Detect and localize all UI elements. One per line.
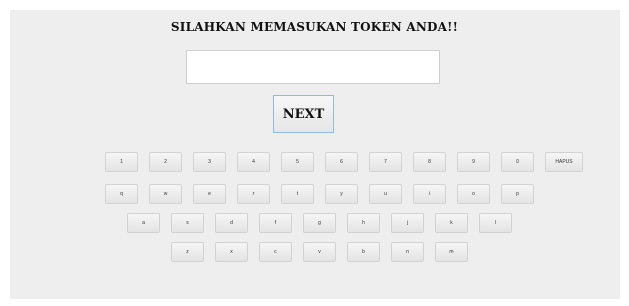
next-button[interactable]: NEXT xyxy=(273,95,334,133)
key-u[interactable]: u xyxy=(369,184,402,204)
key-h[interactable]: h xyxy=(347,213,380,233)
key-k[interactable]: k xyxy=(435,213,468,233)
key-e[interactable]: e xyxy=(193,184,226,204)
key-a[interactable]: a xyxy=(127,213,160,233)
key-q[interactable]: q xyxy=(105,184,138,204)
key-f[interactable]: f xyxy=(259,213,292,233)
key-y[interactable]: y xyxy=(325,184,358,204)
key-x[interactable]: x xyxy=(215,242,248,262)
hapus-button[interactable]: HAPUS xyxy=(545,152,583,172)
key-j[interactable]: j xyxy=(391,213,424,233)
key-o[interactable]: o xyxy=(457,184,490,204)
key-s[interactable]: s xyxy=(171,213,204,233)
token-input[interactable] xyxy=(186,50,440,84)
key-7[interactable]: 7 xyxy=(369,152,402,172)
key-4[interactable]: 4 xyxy=(237,152,270,172)
key-l[interactable]: l xyxy=(479,213,512,233)
key-p[interactable]: p xyxy=(501,184,534,204)
key-3[interactable]: 3 xyxy=(193,152,226,172)
key-v[interactable]: v xyxy=(303,242,336,262)
page-title: SILAHKAN MEMASUKAN TOKEN ANDA!! xyxy=(170,20,459,34)
key-n[interactable]: n xyxy=(391,242,424,262)
key-1[interactable]: 1 xyxy=(105,152,138,172)
key-5[interactable]: 5 xyxy=(281,152,314,172)
key-0[interactable]: 0 xyxy=(501,152,534,172)
key-b[interactable]: b xyxy=(347,242,380,262)
key-m[interactable]: m xyxy=(435,242,468,262)
key-i[interactable]: i xyxy=(413,184,446,204)
key-w[interactable]: w xyxy=(149,184,182,204)
key-9[interactable]: 9 xyxy=(457,152,490,172)
key-z[interactable]: z xyxy=(171,242,204,262)
key-t[interactable]: t xyxy=(281,184,314,204)
key-6[interactable]: 6 xyxy=(325,152,358,172)
key-8[interactable]: 8 xyxy=(413,152,446,172)
key-g[interactable]: g xyxy=(303,213,336,233)
key-r[interactable]: r xyxy=(237,184,270,204)
key-d[interactable]: d xyxy=(215,213,248,233)
key-c[interactable]: c xyxy=(259,242,292,262)
key-2[interactable]: 2 xyxy=(149,152,182,172)
